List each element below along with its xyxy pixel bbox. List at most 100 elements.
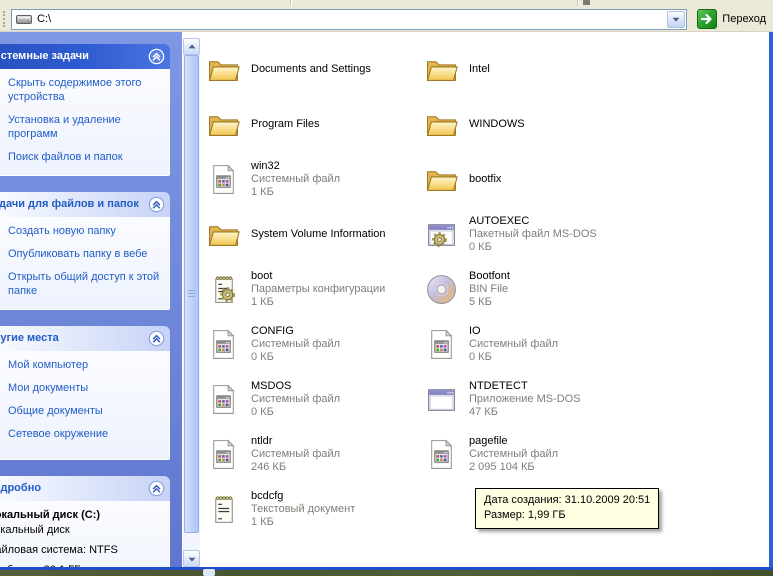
desktop-strip [0, 570, 773, 576]
file-name: AUTOEXEC [469, 215, 597, 228]
task-link-add-remove-programs[interactable]: Установка и удаление программ [8, 113, 163, 141]
details-filesystem: Файловая система: NTFS [0, 543, 163, 557]
folder-icon [425, 53, 458, 86]
tooltip-creation-date: Дата создания: 31.10.2009 20:51 [484, 493, 650, 508]
file-info-tooltip: Дата создания: 31.10.2009 20:51 Размер: … [475, 488, 659, 529]
panel-title: Другие места [0, 332, 59, 344]
file-item-intel[interactable]: Intel [425, 42, 755, 97]
collapse-chevron-icon[interactable] [148, 196, 165, 213]
file-item-autoexec[interactable]: AUTOEXEC Пакетный файл MS-DOS 0 КБ [425, 207, 755, 262]
file-name: WINDOWS [469, 118, 525, 131]
go-button[interactable]: Переход [694, 8, 769, 30]
system-file-icon [207, 328, 240, 361]
file-item-system-volume-information[interactable]: System Volume Information [207, 207, 425, 262]
file-type: Системный файл [251, 338, 340, 351]
place-link-my-documents[interactable]: Мои документы [8, 381, 163, 395]
file-type: BIN File [469, 283, 510, 296]
file-item-program-files[interactable]: Program Files [207, 97, 425, 152]
file-item-ntdetect[interactable]: NTDETECT Приложение MS-DOS 47 КБ [425, 372, 755, 427]
panel-file-folder-tasks-header[interactable]: Задачи для файлов и папок [0, 192, 170, 217]
file-type: Пакетный файл MS-DOS [469, 228, 597, 241]
file-item-ntldr[interactable]: ntldr Системный файл 246 КБ [207, 427, 425, 482]
file-item-windows[interactable]: WINDOWS [425, 97, 755, 152]
panel-system-tasks-header[interactable]: Системные задачи [0, 44, 170, 69]
scroll-down-button[interactable] [183, 550, 200, 567]
chevron-down-icon [669, 12, 683, 26]
file-size: 1 КБ [251, 516, 355, 529]
file-type: Приложение MS-DOS [469, 393, 581, 406]
address-input[interactable] [37, 13, 667, 25]
file-item-config[interactable]: CONFIG Системный файл 0 КБ [207, 317, 425, 372]
file-item-io[interactable]: IO Системный файл 0 КБ [425, 317, 755, 372]
panel-title: Задачи для файлов и папок [0, 198, 139, 210]
window-icon [425, 383, 458, 416]
folder-icon [207, 218, 240, 251]
file-item-bootfont[interactable]: Bootfont BIN File 5 КБ [425, 262, 755, 317]
place-link-shared-documents[interactable]: Общие документы [8, 404, 163, 418]
collapse-chevron-icon[interactable] [148, 480, 165, 497]
file-name: boot [251, 270, 385, 283]
chevron-up-icon [185, 40, 199, 54]
file-name: win32 [251, 160, 340, 173]
task-link-share-folder[interactable]: Открыть общий доступ к этой папке [8, 270, 163, 298]
system-file-icon [207, 438, 240, 471]
system-file-icon [207, 383, 240, 416]
panel-details-header[interactable]: Подробно [0, 476, 170, 501]
place-link-my-computer[interactable]: Мой компьютер [8, 358, 163, 372]
tooltip-size: Размер: 1,99 ГБ [484, 508, 650, 523]
address-dropdown-button[interactable] [667, 11, 685, 28]
place-link-network[interactable]: Сетевое окружение [8, 427, 163, 441]
file-size: 0 КБ [469, 241, 597, 254]
file-item-documents-and-settings[interactable]: Documents and Settings [207, 42, 425, 97]
task-pane: Системные задачи Скрыть содержимое этого… [0, 32, 182, 567]
file-item-pagefile[interactable]: pagefile Системный файл 2 095 104 КБ [425, 427, 755, 482]
toolbar-sliver [0, 0, 773, 7]
file-name: bcdcfg [251, 490, 355, 503]
folder-icon [207, 53, 240, 86]
address-combobox[interactable] [11, 9, 687, 30]
go-arrow-icon [697, 9, 717, 29]
file-item-win32[interactable]: win32 Системный файл 1 КБ [207, 152, 425, 207]
scrollbar-thumb[interactable] [184, 55, 199, 533]
panel-title: Системные задачи [0, 50, 89, 62]
toolbar-separator [290, 0, 292, 6]
chevron-down-icon [185, 552, 199, 566]
folder-icon [207, 108, 240, 141]
file-list-view: Documents and Settings Program Files win… [201, 32, 769, 567]
file-size: 5 КБ [469, 296, 510, 309]
collapse-chevron-icon[interactable] [148, 330, 165, 347]
toolbar-grip[interactable] [3, 11, 7, 27]
toolbar-separator [577, 0, 579, 6]
file-name: System Volume Information [251, 228, 386, 241]
file-type: Системный файл [251, 173, 340, 186]
file-item-bootfix[interactable]: bootfix [425, 152, 755, 207]
panel-file-folder-tasks: Задачи для файлов и папок Создать новую … [0, 192, 170, 310]
file-item-msdos[interactable]: MSDOS Системный файл 0 КБ [207, 372, 425, 427]
file-name: bootfix [469, 173, 501, 186]
task-link-new-folder[interactable]: Создать новую папку [8, 224, 163, 238]
file-name: pagefile [469, 435, 558, 448]
taskbar-sliver [203, 569, 215, 576]
file-size: 0 КБ [251, 406, 340, 419]
panel-other-places-header[interactable]: Другие места [0, 326, 170, 351]
file-name: CONFIG [251, 325, 340, 338]
panel-system-tasks-body: Скрыть содержимое этого устройства Устан… [0, 69, 170, 176]
task-link-hide-contents[interactable]: Скрыть содержимое этого устройства [8, 76, 163, 104]
file-item-boot[interactable]: boot Параметры конфигурации 1 КБ [207, 262, 425, 317]
system-file-icon [207, 163, 240, 196]
file-size: 0 КБ [469, 351, 558, 364]
scroll-up-button[interactable] [183, 38, 200, 55]
folder-icon [425, 163, 458, 196]
notepad-icon [207, 493, 240, 526]
file-name: Program Files [251, 118, 319, 131]
file-name: Bootfont [469, 270, 510, 283]
file-item-bcdcfg[interactable]: bcdcfg Текстовый документ 1 КБ [207, 482, 425, 537]
task-link-search[interactable]: Поиск файлов и папок [8, 150, 163, 164]
folder-icon [425, 108, 458, 141]
task-link-publish-web[interactable]: Опубликовать папку в вебе [8, 247, 163, 261]
collapse-chevron-icon[interactable] [148, 48, 165, 65]
explorer-main: Системные задачи Скрыть содержимое этого… [0, 32, 773, 567]
vertical-scrollbar[interactable] [183, 38, 200, 567]
files-grid: Documents and Settings Program Files win… [207, 42, 755, 537]
address-bar: Переход [0, 7, 773, 32]
